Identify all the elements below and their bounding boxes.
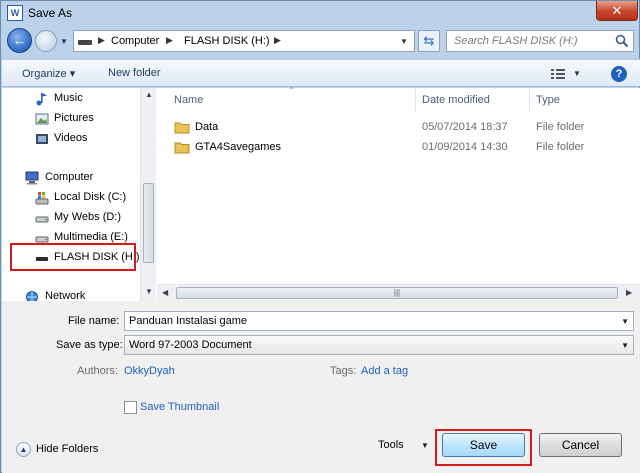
command-toolbar: Organize ▾ New folder ▼ ? [2,59,640,87]
drive-icon [78,40,92,45]
nav-item-label: Computer [45,171,94,183]
organize-button[interactable]: Organize ▾ [22,67,75,80]
file-name-field[interactable]: Panduan Instalasi game ▼ [124,311,634,331]
chevron-down-icon[interactable]: ▼ [621,341,629,350]
scroll-left-icon[interactable]: ◀ [162,288,168,297]
file-row[interactable]: Data 05/07/2014 18:37 File folder [157,118,640,138]
word-app-icon: W [7,5,23,21]
column-divider[interactable] [415,88,416,112]
file-date: 01/09/2014 14:30 [422,141,508,153]
file-name: Data [195,121,219,133]
nav-item-videos[interactable]: Videos [2,129,139,149]
tools-button[interactable]: Tools [378,439,404,451]
chevron-right-icon[interactable]: ▶ [274,35,281,46]
save-button[interactable]: Save [442,433,525,457]
forward-button[interactable] [35,30,57,52]
save-thumbnail-checkbox[interactable] [124,401,137,414]
folder-icon [174,142,190,154]
column-header-name[interactable]: Name [174,94,203,106]
breadcrumb-computer[interactable]: Computer [111,35,159,47]
tools-dropdown-icon[interactable]: ▼ [421,441,429,450]
nav-item-music[interactable]: Music [2,89,139,109]
file-name: GTA4Savegames [195,141,282,153]
save-as-type-value: Word 97-2003 Document [129,339,252,351]
nav-item-label: Multimedia (E:) [54,231,128,243]
file-name-value: Panduan Instalasi game [129,315,248,327]
hide-folders-button[interactable]: Hide Folders [36,443,98,455]
file-type: File folder [536,141,585,153]
file-date: 05/07/2014 18:37 [422,121,508,133]
videos-icon [36,134,48,144]
authors-value[interactable]: OkkyDyah [124,365,175,377]
title-bar: W Save As ✕ [1,1,640,25]
recent-pages-dropdown[interactable]: ▼ [60,37,68,46]
scroll-down-icon[interactable]: ▼ [145,287,153,296]
chevron-up-icon[interactable]: ▲ [16,442,31,457]
search-icon[interactable] [615,34,629,48]
browser-content: Music Pictures Videos Computer Local Dis… [2,86,640,303]
nav-item-my-webs[interactable]: My Webs (D:) [2,208,139,228]
nav-scroll-thumb[interactable] [143,183,154,263]
music-icon [36,93,47,106]
save-thumbnail-label[interactable]: Save Thumbnail [140,401,219,413]
nav-item-label: Local Disk (C:) [54,191,127,203]
refresh-icon: ⇆ [423,33,435,48]
nav-item-computer[interactable]: Computer [2,168,139,188]
column-divider[interactable] [529,88,530,112]
nav-item-label: My Webs (D:) [54,211,122,223]
save-as-type-select[interactable]: Word 97-2003 Document ▼ [124,335,634,355]
scroll-up-icon[interactable]: ▲ [145,90,153,99]
close-button[interactable]: ✕ [596,1,638,21]
pictures-icon [35,113,49,125]
address-dropdown-icon[interactable]: ▼ [400,37,408,46]
tags-label: Tags: [330,365,357,377]
search-input[interactable]: Search FLASH DISK (H:) [446,30,634,52]
nav-item-pictures[interactable]: Pictures [2,109,139,129]
arrow-left-icon: ← [12,32,27,48]
chevron-right-icon[interactable]: ▶ [166,35,173,46]
file-row[interactable]: GTA4Savegames 01/09/2014 14:30 File fold… [157,138,640,158]
drive-icon [35,216,49,223]
local-disk-icon [35,192,49,205]
chevron-right-icon[interactable]: ▶ [98,35,105,46]
nav-item-label: Videos [54,132,88,144]
file-name-label: File name: [68,315,120,327]
back-button[interactable]: ← [7,28,32,53]
refresh-button[interactable]: ⇆ [418,30,440,52]
nav-item-label: Pictures [54,112,94,124]
authors-label: Authors: [77,365,118,377]
chevron-down-icon[interactable]: ▼ [621,317,629,326]
window-title: Save As [28,6,73,20]
horizontal-scroll-thumb[interactable]: ||| [176,287,618,299]
save-options-panel: File name: Panduan Instalasi game ▼ Save… [2,301,640,473]
highlight-box-flash-disk [10,243,136,271]
nav-pane-scrollbar[interactable]: ▲ ▼ [140,88,156,301]
new-folder-button[interactable]: New folder [108,67,161,79]
sort-ascending-icon: ⌃ [288,86,295,95]
view-options-dropdown-icon[interactable]: ▼ [573,69,581,78]
computer-icon [25,171,39,185]
cancel-button[interactable]: Cancel [539,433,622,457]
column-header-type[interactable]: Type [536,94,560,106]
tags-value[interactable]: Add a tag [361,365,408,377]
breadcrumb-flash-disk[interactable]: FLASH DISK (H:) [184,35,270,47]
change-view-icon[interactable] [551,69,565,79]
nav-item-label: Music [54,92,83,104]
column-header-date[interactable]: Date modified [422,94,490,106]
folder-icon [174,122,190,134]
search-placeholder: Search FLASH DISK (H:) [454,35,578,47]
scroll-right-icon[interactable]: ▶ [626,288,632,297]
file-type: File folder [536,121,585,133]
file-list-horizontal-scrollbar[interactable]: ◀ ||| ▶ [157,284,640,301]
help-icon[interactable]: ? [611,66,627,82]
address-bar[interactable]: ▶ Computer ▶ FLASH DISK (H:) ▶ ▼ [73,30,415,52]
save-as-type-label: Save as type: [56,339,123,351]
nav-item-local-disk[interactable]: Local Disk (C:) [2,188,139,208]
file-list: ⌃ Name Date modified Type Data 05/07/201… [157,86,640,301]
save-as-dialog: W Save As ✕ ← ▼ ▶ Computer ▶ FLASH DISK … [0,0,640,473]
navigation-pane: Music Pictures Videos Computer Local Dis… [2,88,140,303]
